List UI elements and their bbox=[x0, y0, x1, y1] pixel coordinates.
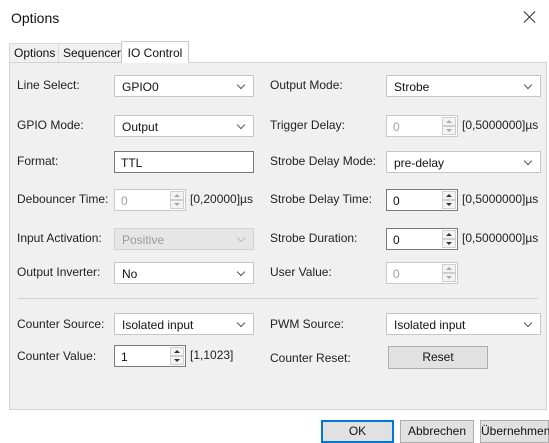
spin-down-icon[interactable] bbox=[170, 356, 184, 365]
cancel-button[interactable]: Abbrechen bbox=[400, 420, 474, 443]
reset-button[interactable]: Reset bbox=[388, 346, 488, 369]
spin-up-icon[interactable] bbox=[442, 191, 456, 200]
output-inverter-value: No bbox=[122, 267, 138, 281]
trigger-delay-spinner[interactable]: 0 bbox=[386, 115, 458, 137]
input-activation-dropdown[interactable]: Positive bbox=[114, 228, 254, 250]
trigger-delay-range: [0,5000000]µs bbox=[462, 118, 539, 132]
counter-value-spinner[interactable]: 1 bbox=[114, 345, 186, 367]
spin-up-icon[interactable] bbox=[170, 347, 184, 356]
spin-up-icon[interactable] bbox=[170, 191, 184, 200]
section-divider bbox=[18, 298, 538, 299]
counter-source-dropdown[interactable]: Isolated input bbox=[114, 313, 254, 335]
chevron-down-icon bbox=[236, 80, 246, 90]
strobe-delay-mode-value: pre-delay bbox=[394, 156, 445, 170]
chevron-down-icon bbox=[236, 233, 246, 243]
tab-options[interactable]: Options bbox=[9, 43, 59, 62]
format-value: TTL bbox=[121, 156, 143, 170]
trigger-delay-label: Trigger Delay: bbox=[270, 118, 345, 132]
strobe-delay-time-value: 0 bbox=[393, 194, 400, 208]
strobe-delay-time-range: [0,5000000]µs bbox=[462, 192, 539, 206]
gpio-mode-dropdown[interactable]: Output bbox=[114, 115, 254, 137]
apply-button[interactable]: Übernehmen bbox=[480, 420, 549, 443]
strobe-duration-range: [0,5000000]µs bbox=[462, 231, 539, 245]
ok-button[interactable]: OK bbox=[321, 420, 394, 443]
chevron-down-icon bbox=[236, 267, 246, 277]
spin-up-icon[interactable] bbox=[442, 117, 456, 126]
spin-up-icon[interactable] bbox=[442, 230, 456, 239]
counter-source-label: Counter Source: bbox=[17, 317, 105, 331]
spin-down-icon[interactable] bbox=[442, 200, 456, 209]
spin-down-icon[interactable] bbox=[442, 126, 456, 135]
close-icon[interactable] bbox=[521, 8, 539, 26]
line-select-label: Line Select: bbox=[17, 78, 80, 92]
strobe-delay-mode-dropdown[interactable]: pre-delay bbox=[386, 151, 541, 173]
output-mode-label: Output Mode: bbox=[270, 78, 343, 92]
user-value-label: User Value: bbox=[270, 265, 332, 279]
title-bar: Options bbox=[0, 0, 549, 36]
strobe-delay-time-label: Strobe Delay Time: bbox=[270, 192, 373, 206]
strobe-delay-time-spinner[interactable]: 0 bbox=[386, 189, 458, 211]
debouncer-time-range: [0,20000]µs bbox=[190, 192, 253, 206]
chevron-down-icon bbox=[523, 318, 533, 328]
input-activation-value: Positive bbox=[122, 233, 165, 247]
window-title: Options bbox=[11, 10, 60, 26]
output-inverter-dropdown[interactable]: No bbox=[114, 262, 254, 284]
chevron-down-icon bbox=[236, 318, 246, 328]
trigger-delay-value: 0 bbox=[393, 120, 400, 134]
tab-io-control[interactable]: IO Control bbox=[121, 41, 189, 63]
gpio-mode-value: Output bbox=[122, 120, 159, 134]
chevron-down-icon bbox=[236, 120, 246, 130]
counter-value-range: [1,1023] bbox=[190, 348, 234, 362]
strobe-duration-spinner[interactable]: 0 bbox=[386, 228, 458, 250]
chevron-down-icon bbox=[523, 156, 533, 166]
pwm-source-value: Isolated input bbox=[394, 318, 466, 332]
user-value-value: 0 bbox=[393, 267, 400, 281]
chevron-down-icon bbox=[523, 80, 533, 90]
format-label: Format: bbox=[17, 154, 59, 168]
spin-up-icon[interactable] bbox=[442, 264, 456, 273]
spin-down-icon[interactable] bbox=[170, 200, 184, 209]
tab-sequencer[interactable]: Sequencer bbox=[58, 43, 122, 62]
debouncer-time-spinner[interactable]: 0 bbox=[114, 189, 186, 211]
io-control-panel: Line Select: GPIO0 GPIO Mode: Output For… bbox=[9, 62, 547, 410]
counter-value-label: Counter Value: bbox=[17, 349, 97, 363]
debouncer-time-value: 0 bbox=[121, 194, 128, 208]
spin-down-icon[interactable] bbox=[442, 273, 456, 282]
counter-value-value: 1 bbox=[121, 350, 128, 364]
strobe-duration-value: 0 bbox=[393, 233, 400, 247]
line-select-value: GPIO0 bbox=[122, 80, 159, 94]
pwm-source-dropdown[interactable]: Isolated input bbox=[386, 313, 541, 335]
format-field[interactable]: TTL bbox=[114, 151, 254, 173]
output-mode-dropdown[interactable]: Strobe bbox=[386, 75, 541, 97]
input-activation-label: Input Activation: bbox=[17, 231, 102, 245]
strobe-duration-label: Strobe Duration: bbox=[270, 231, 358, 245]
output-inverter-label: Output Inverter: bbox=[17, 265, 101, 279]
user-value-spinner[interactable]: 0 bbox=[386, 262, 458, 284]
line-select-dropdown[interactable]: GPIO0 bbox=[114, 75, 254, 97]
gpio-mode-label: GPIO Mode: bbox=[17, 118, 84, 132]
counter-reset-label: Counter Reset: bbox=[270, 351, 351, 365]
debouncer-time-label: Debouncer Time: bbox=[17, 192, 109, 206]
strobe-delay-mode-label: Strobe Delay Mode: bbox=[270, 154, 377, 168]
spin-down-icon[interactable] bbox=[442, 239, 456, 248]
pwm-source-label: PWM Source: bbox=[270, 317, 345, 331]
output-mode-value: Strobe bbox=[394, 80, 430, 94]
counter-source-value: Isolated input bbox=[122, 318, 194, 332]
